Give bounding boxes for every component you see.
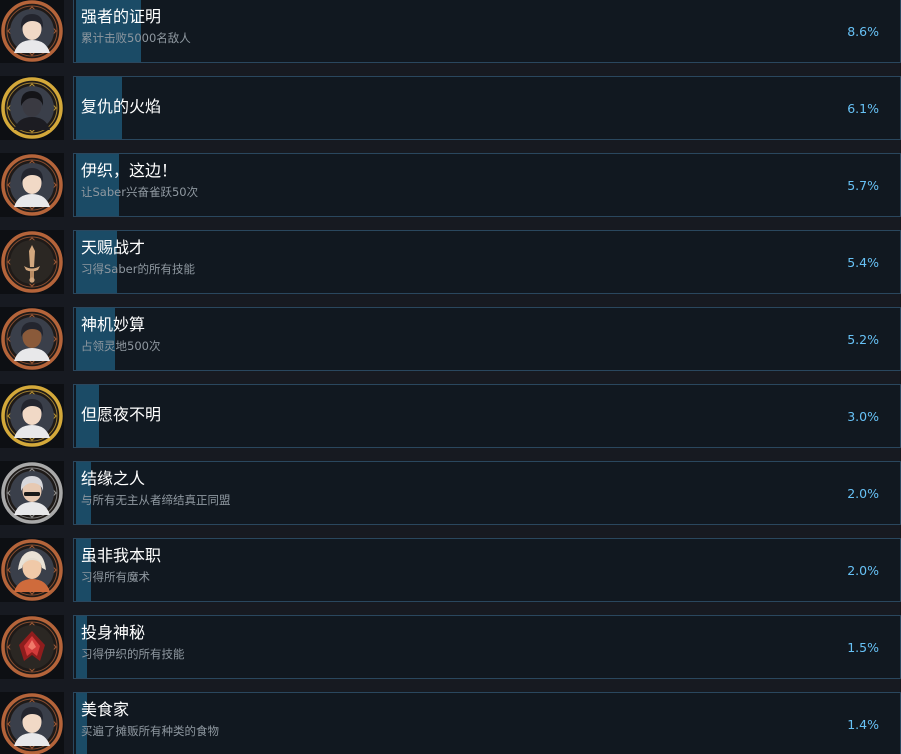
unlock-percentage: 5.4% — [847, 255, 879, 270]
portrait-white-hair-icon — [1, 462, 63, 524]
portrait-dark-hair-icon — [1, 0, 63, 62]
unlock-percentage: 5.7% — [847, 178, 879, 193]
achievement-description: 习得伊织的所有技能 — [81, 647, 185, 661]
achievement-description: 买遍了摊贩所有种类的食物 — [81, 724, 219, 738]
achievement-description: 与所有无主从者缔结真正同盟 — [81, 493, 231, 507]
achievement-panel: 但愿夜不明 3.0% — [73, 384, 901, 448]
portrait-dark-figure-icon — [1, 77, 63, 139]
achievement-panel: 虽非我本职习得所有魔术 2.0% — [73, 538, 901, 602]
unlock-percentage: 1.4% — [847, 717, 879, 732]
achievement-list: 强者的证明累计击败5000名敌人 8.6% 复仇的火焰 6.1% 伊织，这边！ 让Sabe… — [0, 0, 901, 754]
achievement-row[interactable]: 强者的证明累计击败5000名敌人 8.6% — [0, 0, 901, 65]
achievement-panel: 美食家买遍了摊贩所有种类的食物 1.4% — [73, 692, 901, 754]
achievement-title: 结缘之人 — [81, 469, 146, 488]
portrait-dark-skin-icon — [1, 308, 63, 370]
sword-emblem-icon — [1, 231, 63, 293]
achievement-icon — [0, 384, 64, 448]
achievement-icon — [0, 538, 64, 602]
achievement-title: 复仇的火焰 — [81, 97, 162, 116]
achievement-icon — [0, 76, 64, 140]
achievement-row[interactable]: 复仇的火焰 6.1% — [0, 76, 901, 142]
unlock-percentage: 2.0% — [847, 486, 879, 501]
achievement-icon — [0, 230, 64, 294]
unlock-percentage: 1.5% — [847, 640, 879, 655]
achievement-title: 虽非我本职 — [81, 546, 162, 565]
achievement-panel: 强者的证明累计击败5000名敌人 8.6% — [73, 0, 901, 63]
achievement-row[interactable]: 投身神秘习得伊织的所有技能 1.5% — [0, 615, 901, 681]
achievement-row[interactable]: 美食家买遍了摊贩所有种类的食物 1.4% — [0, 692, 901, 754]
achievement-panel: 投身神秘习得伊织的所有技能 1.5% — [73, 615, 901, 679]
achievement-panel: 天赐战才习得Saber的所有技能 5.4% — [73, 230, 901, 294]
achievement-title: 投身神秘 — [81, 623, 146, 642]
achievement-panel: 伊织，这边！ 让Saber兴奋雀跃50次 5.7% — [73, 153, 901, 217]
achievement-title: 强者的证明 — [81, 7, 162, 26]
achievement-title: 神机妙算 — [81, 315, 146, 334]
achievement-panel: 结缘之人与所有无主从者缔结真正同盟 2.0% — [73, 461, 901, 525]
achievement-title: 伊织，这边！ — [81, 161, 178, 180]
portrait-dark-hair-icon — [1, 154, 63, 216]
achievement-description: 习得所有魔术 — [81, 570, 150, 584]
unlock-percentage: 3.0% — [847, 409, 879, 424]
achievement-row[interactable]: 神机妙算占领灵地500次 5.2% — [0, 307, 901, 373]
achievement-icon — [0, 615, 64, 679]
achievement-row[interactable]: 但愿夜不明 3.0% — [0, 384, 901, 450]
portrait-hooded-icon — [1, 539, 63, 601]
portrait-dark-hair-icon — [1, 385, 63, 447]
portrait-dark-hair-icon — [1, 693, 63, 754]
achievement-title: 天赐战才 — [81, 238, 146, 257]
achievement-title: 美食家 — [81, 700, 130, 719]
achievement-row[interactable]: 结缘之人与所有无主从者缔结真正同盟 2.0% — [0, 461, 901, 527]
achievement-description: 让Saber兴奋雀跃50次 — [81, 185, 199, 199]
achievement-panel: 复仇的火焰 6.1% — [73, 76, 901, 140]
achievement-row[interactable]: 虽非我本职习得所有魔术 2.0% — [0, 538, 901, 604]
achievement-icon — [0, 153, 64, 217]
achievement-icon — [0, 0, 64, 63]
achievement-row[interactable]: 天赐战才习得Saber的所有技能 5.4% — [0, 230, 901, 296]
achievement-row[interactable]: 伊织，这边！ 让Saber兴奋雀跃50次 5.7% — [0, 153, 901, 219]
achievement-icon — [0, 461, 64, 525]
unlock-percentage: 8.6% — [847, 24, 879, 39]
achievement-title: 但愿夜不明 — [81, 405, 162, 424]
achievement-icon — [0, 307, 64, 371]
unlock-percentage: 2.0% — [847, 563, 879, 578]
unlock-percentage: 6.1% — [847, 101, 879, 116]
achievement-description: 占领灵地500次 — [81, 339, 161, 353]
red-crest-emblem-icon — [1, 616, 63, 678]
achievement-icon — [0, 692, 64, 754]
achievement-description: 累计击败5000名敌人 — [81, 31, 191, 45]
achievement-panel: 神机妙算占领灵地500次 5.2% — [73, 307, 901, 371]
unlock-percentage: 5.2% — [847, 332, 879, 347]
achievement-description: 习得Saber的所有技能 — [81, 262, 195, 276]
